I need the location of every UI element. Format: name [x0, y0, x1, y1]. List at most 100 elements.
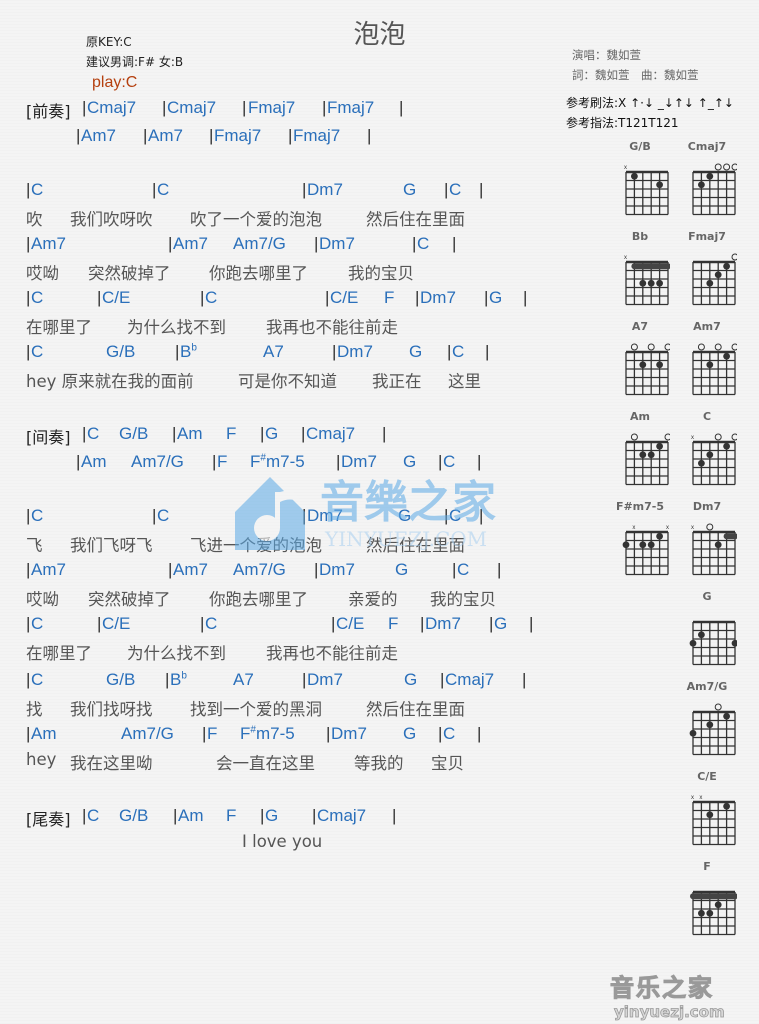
finger-dot [622, 541, 630, 549]
chord-diagram-name: G [702, 590, 712, 603]
bar-line: | [392, 806, 397, 825]
lyric-text: 找 [26, 700, 43, 719]
bar-line: | [26, 234, 31, 253]
chord-symbol: Dm7 [420, 288, 456, 307]
fretboard [690, 890, 737, 936]
bar-line: | [438, 724, 443, 743]
bar-line: | [82, 806, 87, 825]
bar-line: | [26, 560, 31, 579]
chord-symbol: G/B [119, 424, 149, 443]
chord-symbol: Am [178, 806, 204, 825]
chord-symbol: Am7/G [131, 452, 184, 471]
muted-string-marker: x [666, 525, 669, 531]
section-label: [间奏] [26, 428, 71, 447]
footer-logo[interactable]: 音乐之家 yinyuezj.com [610, 968, 726, 1022]
bar-line: | [301, 424, 306, 443]
finger-dot [631, 172, 638, 180]
chord-symbol: C [87, 424, 100, 443]
bar-line: | [168, 234, 173, 253]
suggested-key: 建议男调:F# 女:B [86, 55, 184, 69]
bar-line: | [242, 98, 247, 117]
chord-symbol: Cmaj7 [87, 98, 137, 117]
lyric-text: 吹了一个爱的泡泡 [190, 210, 322, 229]
chord-symbol: C [87, 806, 100, 825]
bar-line: | [314, 234, 319, 253]
barre [631, 263, 670, 270]
chord-symbol: C [31, 288, 44, 307]
bar-line: | [202, 724, 207, 743]
chord-diagram-name: C [702, 410, 712, 423]
finger-dot [731, 639, 737, 647]
chord-symbol: G [395, 560, 409, 579]
lyric-text: 然后住在里面 [366, 700, 465, 719]
bar-line: | [76, 452, 81, 471]
chord-diagram-name: Am7 [693, 320, 721, 333]
bar-line: | [26, 670, 31, 689]
chord-symbol: C/E [102, 614, 131, 633]
chord-symbol: F [226, 424, 237, 443]
bar-line: | [26, 180, 31, 199]
finger-dot [706, 279, 714, 287]
chord-symbol: G [265, 424, 279, 443]
lyricist-composer-credit: 詞：魏如萱 曲：魏如萱 [572, 68, 699, 82]
chord-symbol: G/B [106, 342, 136, 361]
open-string-marker [697, 343, 705, 351]
open-string-marker [714, 343, 722, 351]
chord-symbol: F [207, 724, 218, 743]
muted-string-marker: x [699, 795, 702, 801]
chord-diagram-name: F [703, 860, 711, 873]
finger-dot [714, 271, 722, 279]
bar-line: | [209, 126, 214, 145]
lyric-text: 我再也不能往前走 [266, 644, 398, 663]
bar-line: | [200, 614, 205, 633]
chord-symbol: C [31, 342, 44, 361]
finger-dot [706, 721, 714, 729]
bar-line: | [168, 560, 173, 579]
bar-line: | [523, 288, 528, 307]
lyric-text: 我再也不能往前走 [266, 318, 398, 337]
chord-symbol: C/E [336, 614, 365, 633]
finger-dot [706, 361, 714, 369]
chord-symbol: C/E [102, 288, 131, 307]
finger-dot [689, 639, 697, 647]
bar-line: | [312, 806, 317, 825]
finger-dot [706, 451, 714, 459]
bar-line: | [26, 342, 31, 361]
lyric-text: 在哪里了 [26, 318, 92, 337]
chord-symbol: Dm7 [307, 180, 343, 199]
original-key: 原KEY:C [86, 35, 132, 49]
lyric-text: 突然破掉了 [88, 590, 171, 609]
chord-diagram: C/E x x [677, 770, 737, 850]
bar-line: | [444, 180, 449, 199]
chord-symbol: C [205, 288, 218, 307]
lyric-text: 在哪里了 [26, 644, 92, 663]
lyric-text: 亲爱的 [348, 590, 398, 609]
finger-dot [723, 352, 730, 360]
bar-line: | [452, 234, 457, 253]
chord-symbol: C [31, 180, 44, 199]
lyric-text: 找到一个爱的黑洞 [190, 700, 322, 719]
bar-line: | [484, 288, 489, 307]
chord-symbol: C [449, 180, 462, 199]
bar-line: | [444, 506, 449, 525]
open-string-marker [630, 433, 638, 441]
bar-line: | [522, 670, 527, 689]
chord-diagram-name: G/B [629, 140, 651, 153]
bar-line: | [332, 342, 337, 361]
bar-line: | [260, 424, 265, 443]
open-string-marker [647, 343, 655, 351]
lyric-text: 为什么找不到 [127, 644, 226, 663]
finger-dot [714, 541, 722, 549]
chord-symbol: G [403, 180, 417, 199]
chord-symbol: F [226, 806, 237, 825]
open-string-marker [630, 343, 638, 351]
muted-string-marker: x [624, 255, 627, 261]
chord-root: F [250, 452, 261, 471]
chord-symbol: Dm7 [319, 560, 355, 579]
lyric-text: 等我的 [354, 754, 404, 773]
lyric-text: 哎呦 [26, 590, 59, 609]
chord-symbol: F#m7-5 [250, 452, 305, 472]
open-string-marker [723, 163, 731, 171]
lyric-text: 飞 [26, 536, 43, 555]
chord-symbol: Fmaj7 [214, 126, 262, 145]
